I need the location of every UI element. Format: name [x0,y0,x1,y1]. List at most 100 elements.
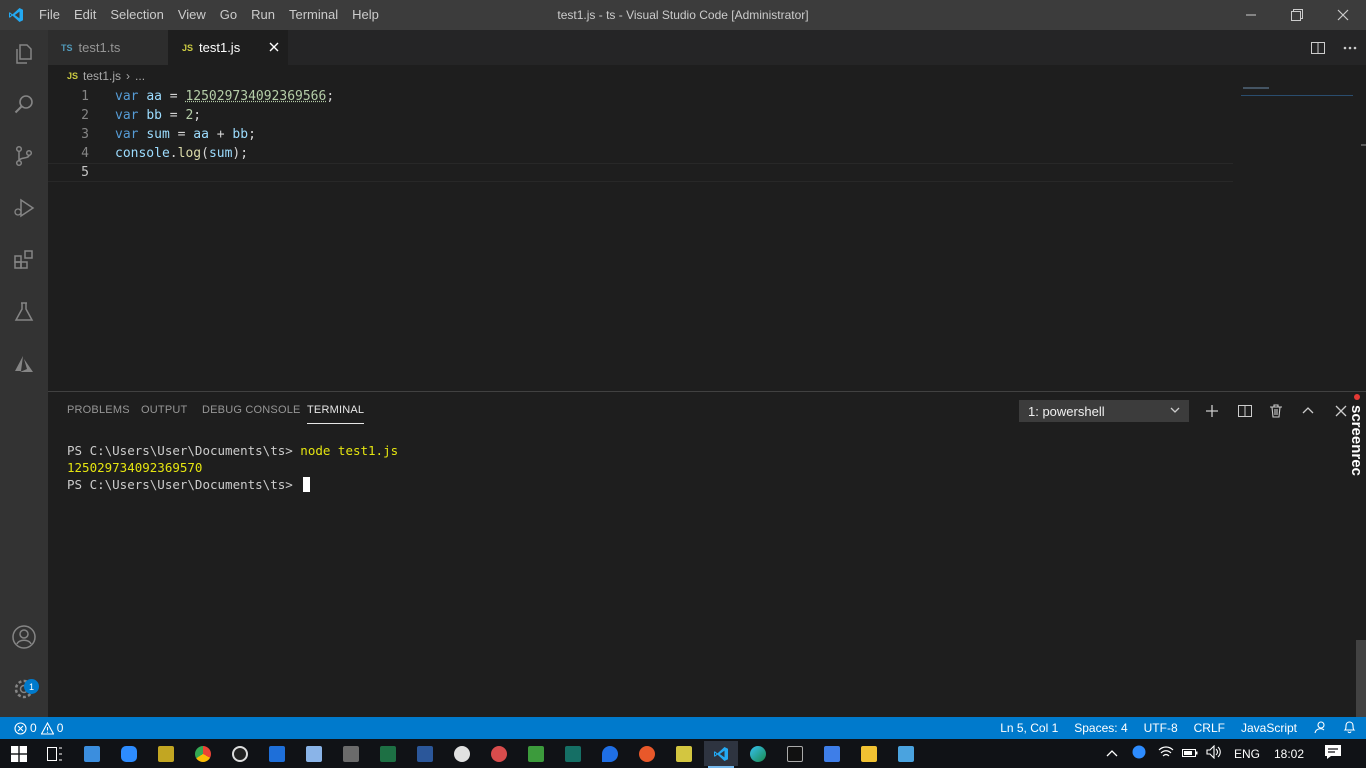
font-app-icon[interactable] [521,741,551,766]
editor-tab-bar: TS test1.ts JS test1.js [48,30,1366,65]
split-terminal-icon[interactable] [1232,398,1258,424]
error-count: 0 [30,721,37,735]
wifi-icon[interactable] [1158,745,1174,762]
feedback-icon[interactable] [1313,720,1327,737]
whatsapp-app-icon[interactable] [151,741,181,766]
run-debug-icon[interactable] [0,184,48,232]
code-token: sum [146,127,169,142]
editor-scrollbar[interactable] [1359,87,1366,390]
cursor-position[interactable]: Ln 5, Col 1 [1000,721,1058,735]
chevron-up-icon[interactable] [1106,747,1118,761]
testing-icon[interactable] [0,288,48,336]
kill-terminal-trash-icon[interactable] [1263,398,1289,424]
tab-debug-console[interactable]: DEBUG CONSOLE [202,392,301,428]
javascript-file-icon: JS [67,71,78,81]
extensions-icon[interactable] [0,236,48,284]
breadcrumb: JS test1.js › ... [48,65,145,87]
encoding[interactable]: UTF-8 [1144,721,1178,735]
menu-selection[interactable]: Selection [103,0,170,30]
snip-app-icon[interactable] [484,741,514,766]
language-mode[interactable]: JavaScript [1241,721,1297,735]
minimap[interactable] [1241,87,1353,96]
close-window-button[interactable] [1320,0,1366,30]
minimize-button[interactable] [1228,0,1274,30]
tab-terminal[interactable]: TERMINAL [307,392,364,428]
action-center-icon[interactable] [1324,744,1342,763]
vscode-taskbar-icon[interactable] [704,741,738,766]
line-ending[interactable]: CRLF [1194,721,1225,735]
file-explorer-icon[interactable] [854,741,884,766]
azure-icon[interactable] [0,340,48,388]
tab-problems[interactable]: PROBLEMS [67,392,130,428]
todo-app-icon[interactable] [817,741,847,766]
source-control-icon[interactable] [0,132,48,180]
volume-icon[interactable] [1206,745,1222,762]
menu-file[interactable]: File [32,0,67,30]
sticky-notes-app-icon[interactable] [669,741,699,766]
close-tab-icon[interactable] [268,41,280,56]
mail-app-icon[interactable] [262,741,292,766]
windows-start-icon[interactable] [4,741,34,766]
problems-status[interactable]: 0 0 [14,721,63,735]
media-app-icon[interactable] [632,741,662,766]
notifications-bell-icon[interactable] [1343,720,1356,737]
accounts-icon[interactable] [0,613,48,661]
desktop-app-icon[interactable] [77,741,107,766]
menu-run[interactable]: Run [244,0,282,30]
notepad-app-icon[interactable] [299,741,329,766]
zoom-tray-icon[interactable] [1132,745,1146,762]
task-view-icon[interactable] [40,741,70,766]
menu-edit[interactable]: Edit [67,0,103,30]
breadcrumb-symbols[interactable]: ... [135,69,145,83]
more-actions-icon[interactable] [1334,30,1366,65]
screenrec-watermark: screenrec [1348,393,1366,493]
code-token: + [209,127,232,142]
split-editor-icon[interactable] [1302,30,1334,65]
calculator-app-icon[interactable] [336,741,366,766]
edge-browser-icon[interactable] [743,741,773,766]
menu-terminal[interactable]: Terminal [282,0,345,30]
menu-help[interactable]: Help [345,0,386,30]
tab-output[interactable]: OUTPUT [141,392,187,428]
menu-view[interactable]: View [171,0,213,30]
terminal-selector-value: 1: powershell [1028,404,1105,419]
terminal-selector[interactable]: 1: powershell [1019,400,1189,422]
indentation[interactable]: Spaces: 4 [1074,721,1127,735]
restore-button[interactable] [1274,0,1320,30]
speed-app-icon[interactable] [225,741,255,766]
code-line: 1 var aa = 125029734092369566; [48,87,1233,106]
explorer-icon[interactable] [0,30,48,78]
control-panel-icon[interactable] [891,741,921,766]
excel-app-icon[interactable] [373,741,403,766]
code-token: var [115,108,138,123]
code-token: bb [232,127,248,142]
manage-gear-icon[interactable]: 1 [0,665,48,713]
tab-test1-ts[interactable]: TS test1.ts [48,30,168,65]
powershell-arrow-app-icon[interactable] [558,741,588,766]
zoom-app-icon[interactable] [114,741,144,766]
terminal-scrollbar[interactable] [1356,640,1366,718]
terminal-command: node test1.js [300,443,398,458]
battery-icon[interactable] [1182,747,1198,761]
clock-time[interactable]: 18:02 [1274,747,1304,761]
code-token: log [178,146,201,161]
terminal-output[interactable]: PS C:\Users\User\Documents\ts> node test… [67,442,398,493]
paint-app-icon[interactable] [447,741,477,766]
maximize-panel-chevron-up-icon[interactable] [1295,398,1321,424]
vscode-logo-icon[interactable] [0,0,32,30]
menu-go[interactable]: Go [213,0,244,30]
code-text: console.log(sum); [115,146,248,161]
search-icon[interactable] [0,80,48,128]
code-token: = [162,108,185,123]
code-editor[interactable]: 1 var aa = 125029734092369566; 2 var bb … [48,87,1366,390]
word-app-icon[interactable] [410,741,440,766]
input-language[interactable]: ENG [1234,747,1260,761]
window-controls [1228,0,1366,30]
code-token: aa [193,127,209,142]
chrome-browser-icon[interactable] [188,741,218,766]
new-terminal-icon[interactable] [1199,398,1225,424]
breadcrumb-file[interactable]: test1.js [83,69,121,83]
maps-app-icon[interactable] [595,741,625,766]
tab-test1-js[interactable]: JS test1.js [168,30,288,65]
command-prompt-icon[interactable] [780,741,810,766]
